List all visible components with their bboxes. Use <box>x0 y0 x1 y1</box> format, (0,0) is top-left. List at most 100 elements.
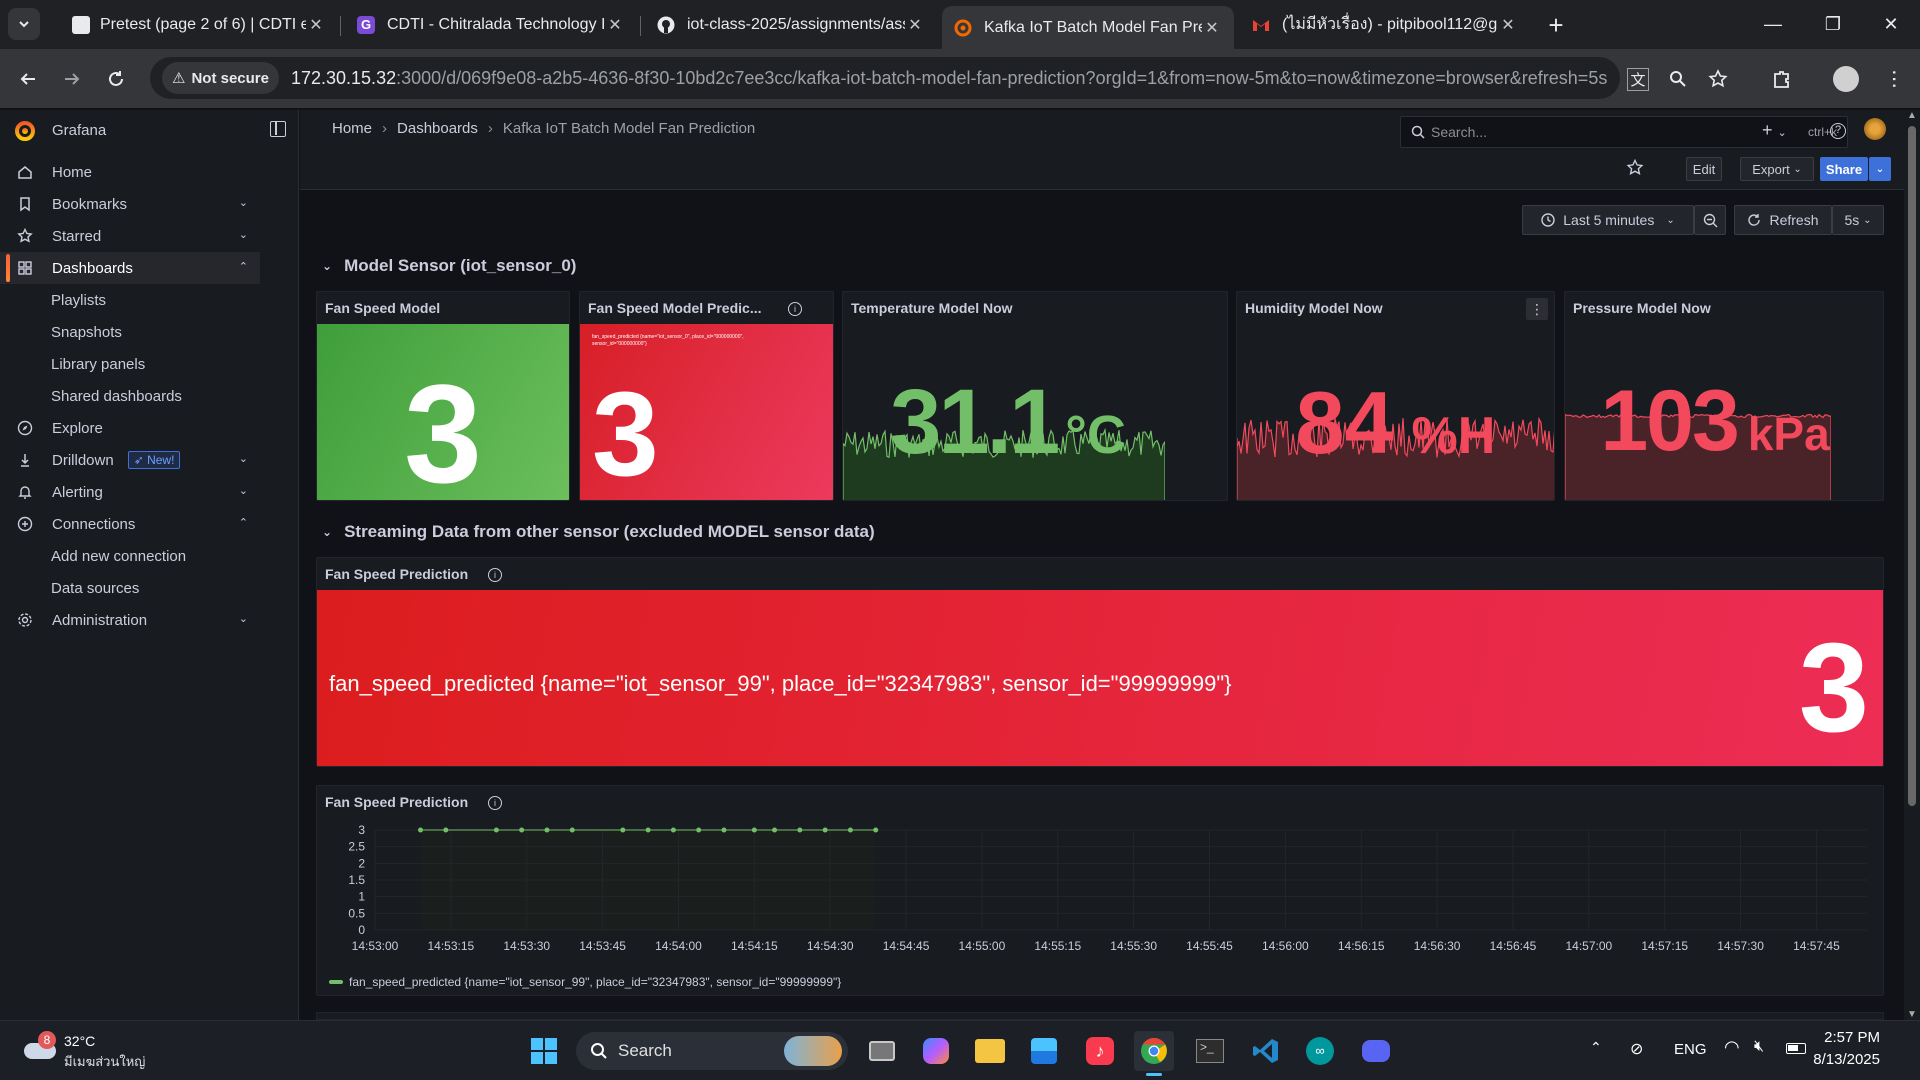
info-icon[interactable]: i <box>488 796 502 810</box>
info-icon[interactable]: i <box>788 302 802 316</box>
sidebar-item-connections[interactable]: Connections ⌃ <box>0 508 260 540</box>
time-range-picker[interactable]: Last 5 minutes ⌄ <box>1522 205 1694 235</box>
omnibox[interactable]: ⚠ Not secure 172.30.15.32:3000/d/069f9e08… <box>150 57 1620 99</box>
refresh-interval-picker[interactable]: 5s ⌄ <box>1832 205 1884 235</box>
breadcrumb-home[interactable]: Home <box>332 120 372 137</box>
file-explorer-icon[interactable] <box>970 1031 1010 1071</box>
chevron-down-icon[interactable]: ⌄ <box>239 612 248 625</box>
taskbar-search[interactable]: Search <box>576 1032 848 1070</box>
star-dashboard-icon[interactable] <box>1626 159 1644 177</box>
music-app-icon[interactable]: ♪ <box>1080 1031 1120 1071</box>
sidebar-item-administration[interactable]: Administration ⌄ <box>0 604 260 636</box>
close-tab-icon[interactable]: ✕ <box>605 15 625 35</box>
chevron-up-icon[interactable]: ⌃ <box>239 516 248 529</box>
close-window-button[interactable]: ✕ <box>1862 0 1920 49</box>
refresh-button[interactable]: Refresh <box>1734 205 1832 235</box>
show-hidden-icons[interactable]: ⌃ <box>1590 1039 1602 1056</box>
tab-grafana-active[interactable]: Kafka IoT Batch Model Fan Pred ✕ <box>942 6 1234 49</box>
dock-menu-icon[interactable] <box>270 121 286 137</box>
not-secure-chip[interactable]: ⚠ Not secure <box>162 62 279 94</box>
back-button[interactable] <box>12 63 44 95</box>
panel-fan-speed-model[interactable]: Fan Speed Model 3 <box>316 291 570 501</box>
translate-button[interactable]: 文 <box>1622 63 1654 95</box>
panel-fan-speed-prediction-stat[interactable]: Fan Speed Prediction i fan_speed_predict… <box>316 557 1884 767</box>
tab-search-button[interactable] <box>8 8 40 40</box>
scroll-up-icon[interactable]: ▲ <box>1907 110 1917 121</box>
sidebar-item-shared-dashboards[interactable]: Shared dashboards <box>0 380 260 412</box>
close-tab-icon[interactable]: ✕ <box>1498 15 1518 35</box>
chart-legend[interactable]: fan_speed_predicted {name="iot_sensor_99… <box>329 975 841 989</box>
panel-humidity-model-now[interactable]: Humidity Model Now ⋮ 84 %H <box>1236 291 1555 501</box>
breadcrumb-dashboards[interactable]: Dashboards <box>397 120 478 137</box>
terminal-icon[interactable]: >_ <box>1190 1031 1230 1071</box>
battery-icon[interactable] <box>1786 1043 1806 1054</box>
share-button[interactable]: Share <box>1820 157 1868 181</box>
minimize-button[interactable]: — <box>1744 0 1802 49</box>
tab-github[interactable]: iot-class-2025/assignments/ass ✕ <box>645 8 937 41</box>
avatar[interactable] <box>1864 118 1886 140</box>
sidebar-item-bookmarks[interactable]: Bookmarks ⌄ <box>0 188 260 220</box>
wifi-icon[interactable]: ◠ <box>1724 1037 1740 1058</box>
network-off-icon[interactable]: ⊘ <box>1630 1039 1643 1059</box>
forward-button[interactable] <box>56 63 88 95</box>
sidebar-item-drilldown[interactable]: Drilldown ➶ New! ⌄ <box>0 444 260 476</box>
zoom-out-button[interactable] <box>1694 205 1726 235</box>
clock-date[interactable]: 8/13/2025 <box>1813 1051 1880 1068</box>
panel-fan-speed-prediction-chart[interactable]: Fan Speed Prediction i 3 2.5 2 1.5 1 0.5 0 14:5… <box>316 785 1884 996</box>
new-tab-button[interactable]: + <box>1540 9 1572 41</box>
sidebar-item-playlists[interactable]: Playlists <box>0 284 260 316</box>
close-tab-icon[interactable]: ✕ <box>905 15 925 35</box>
volume-muted-icon[interactable]: 🔇︎ <box>1754 1038 1764 1056</box>
chevron-down-icon[interactable]: ⌄ <box>239 484 248 497</box>
close-tab-icon[interactable]: ✕ <box>306 15 326 35</box>
copilot-icon[interactable] <box>916 1031 956 1071</box>
page-scrollbar[interactable]: ▲ ▼ <box>1904 110 1920 1020</box>
zoom-button[interactable] <box>1662 63 1694 95</box>
start-button[interactable] <box>524 1031 564 1071</box>
tab-cdti[interactable]: G CDTI - Chitralada Technology In ✕ <box>345 8 637 41</box>
sidebar-item-explore[interactable]: Explore <box>0 412 260 444</box>
language-indicator[interactable]: ENG <box>1674 1041 1707 1058</box>
panel-temperature-model-now[interactable]: Temperature Model Now 31.1 °C <box>842 291 1228 501</box>
url-text[interactable]: 172.30.15.32:3000/d/069f9e08-a2b5-4636-8… <box>291 68 1607 89</box>
tab-pretest[interactable]: Pretest (page 2 of 6) | CDTI e-Le ✕ <box>60 8 338 41</box>
sidebar-item-dashboards[interactable]: Dashboards ⌃ <box>0 252 260 284</box>
scroll-down-icon[interactable]: ▼ <box>1907 1009 1917 1020</box>
bookmark-star-button[interactable] <box>1702 63 1734 95</box>
clock-time[interactable]: 2:57 PM <box>1824 1029 1880 1046</box>
profile-button[interactable] <box>1830 63 1862 95</box>
edit-button[interactable]: Edit <box>1686 157 1722 181</box>
vscode-icon[interactable] <box>1246 1031 1286 1071</box>
panel-fan-speed-model-prediction[interactable]: Fan Speed Model Predic... i fan_speed_pr… <box>579 291 834 501</box>
sidebar-item-alerting[interactable]: Alerting ⌄ <box>0 476 260 508</box>
chevron-down-icon[interactable]: ⌄ <box>239 196 248 209</box>
weather-widget[interactable]: 8 32°C มีเมฆส่วนใหญ่ <box>20 1031 160 1071</box>
sidebar-item-snapshots[interactable]: Snapshots <box>0 316 260 348</box>
task-view-icon[interactable] <box>862 1031 902 1071</box>
extensions-button[interactable] <box>1766 63 1798 95</box>
info-icon[interactable]: i <box>488 568 502 582</box>
tab-gmail[interactable]: (ไม่มีหัวเรื่อง) - pitpibool112@gm ✕ <box>1240 8 1530 41</box>
row-header-model-sensor[interactable]: ⌄ Model Sensor (iot_sensor_0) <box>322 256 576 276</box>
sidebar-item-add-new-connection[interactable]: Add new connection <box>0 540 260 572</box>
help-icon[interactable]: ? <box>1830 123 1846 139</box>
restore-button[interactable]: ❐ <box>1804 0 1862 49</box>
close-tab-icon[interactable]: ✕ <box>1202 18 1222 38</box>
share-dropdown-button[interactable]: ⌄ <box>1869 157 1891 181</box>
row-header-streaming-data[interactable]: ⌄ Streaming Data from other sensor (excl… <box>322 522 875 542</box>
chrome-menu-button[interactable]: ⋯ <box>1878 63 1910 95</box>
scroll-thumb[interactable] <box>1908 126 1916 806</box>
sidebar-item-library-panels[interactable]: Library panels <box>0 348 260 380</box>
sidebar-item-data-sources[interactable]: Data sources <box>0 572 260 604</box>
chrome-icon[interactable] <box>1134 1031 1174 1076</box>
chevron-down-icon[interactable]: ⌄ <box>239 228 248 241</box>
panel-menu-icon[interactable]: ⋮ <box>1526 298 1548 320</box>
add-new-button[interactable]: + ⌄ <box>1762 120 1787 141</box>
chevron-down-icon[interactable]: ⌄ <box>239 452 248 465</box>
sidebar-item-starred[interactable]: Starred ⌄ <box>0 220 260 252</box>
chevron-up-icon[interactable]: ⌃ <box>239 260 248 273</box>
panel-pressure-model-now[interactable]: Pressure Model Now 103 kPa <box>1564 291 1884 501</box>
arduino-icon[interactable]: ∞ <box>1300 1031 1340 1071</box>
microsoft-store-icon[interactable] <box>1024 1031 1064 1071</box>
export-button[interactable]: Export ⌄ <box>1740 157 1814 181</box>
